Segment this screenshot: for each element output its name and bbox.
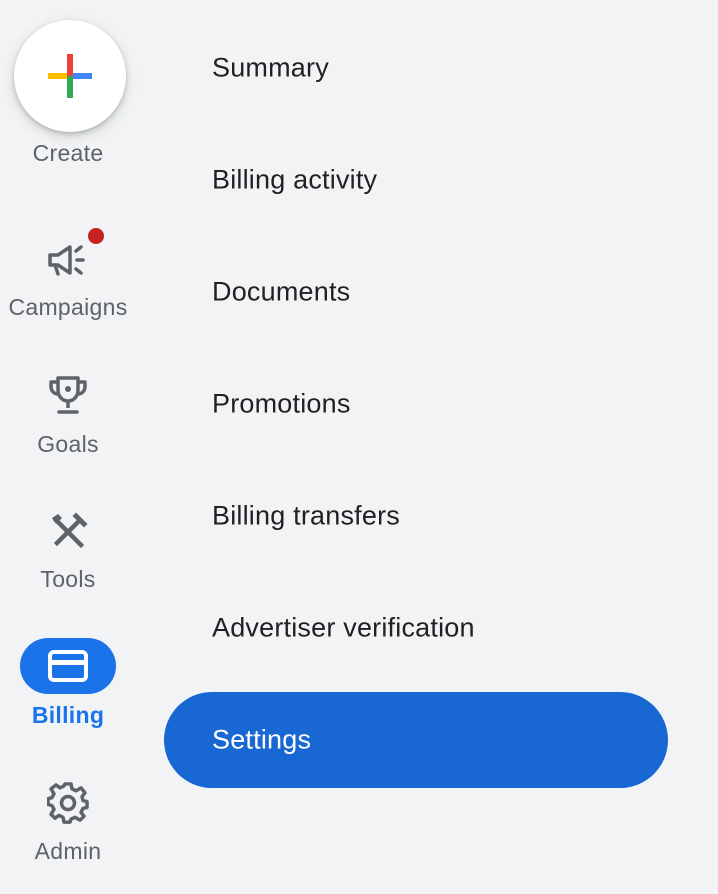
rail-item-admin[interactable]: Admin [0,780,136,880]
rail-item-campaigns[interactable]: Campaigns [0,225,136,325]
submenu-item-promotions[interactable]: Promotions [164,356,668,452]
submenu-item-label: Advertiser verification [212,612,475,643]
rail-label-goals: Goals [37,431,99,457]
gear-icon [47,782,89,824]
submenu-item-label: Billing transfers [212,500,400,531]
submenu-item-label: Billing activity [212,164,378,195]
submenu-item-settings[interactable]: Settings [164,692,668,788]
submenu-item-label: Documents [212,276,351,307]
tools-icon [52,512,88,549]
rail-item-tools[interactable]: Tools [0,508,136,603]
submenu-item-advertiser-verification[interactable]: Advertiser verification [164,580,668,676]
submenu-item-label: Summary [212,52,329,83]
rail-item-billing[interactable] [20,638,116,694]
submenu-item-label: Promotions [212,388,351,419]
megaphone-icon [48,245,85,276]
rail-label-billing: Billing [31,702,105,728]
rail-label-admin: Admin [34,838,102,864]
submenu-item-summary[interactable]: Summary [164,20,668,116]
navigation-rail: Create Campaigns Goals Tools Billing Adm… [0,0,136,894]
trophy-icon [49,376,87,414]
submenu-item-billing-activity[interactable]: Billing activity [164,132,668,228]
notification-badge [88,228,104,244]
create-label: Create [32,140,104,166]
rail-label-campaigns: Campaigns [8,294,128,320]
submenu-item-documents[interactable]: Documents [164,244,668,340]
credit-card-icon [48,650,88,682]
submenu-item-billing-transfers[interactable]: Billing transfers [164,468,668,564]
create-button[interactable] [14,20,126,132]
submenu-item-label: Settings [212,724,312,755]
rail-item-goals[interactable]: Goals [0,370,136,465]
plus-icon [48,54,92,98]
rail-label-tools: Tools [40,566,96,592]
